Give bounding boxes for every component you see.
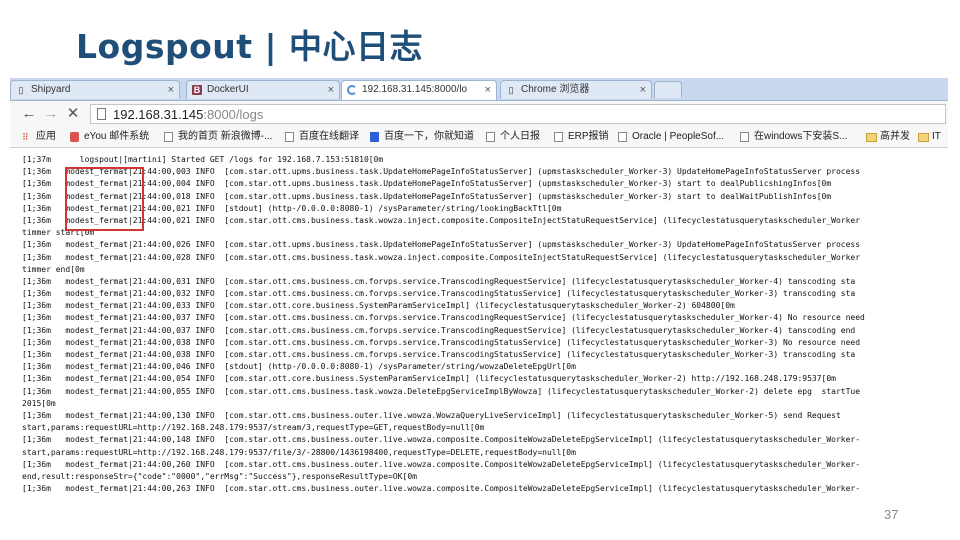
eyou-icon (70, 132, 79, 142)
page-icon: ▯ (508, 85, 514, 95)
log-line: end,result:responseStr={"code":"0000","e… (22, 471, 417, 481)
bookmark-label: 我的首页 新浪微博-... (178, 131, 273, 142)
log-line: [1;36m modest_fermat|21:44:00,037 INFO [… (22, 313, 865, 323)
url-host: 192.168.31.145 (113, 107, 204, 122)
bookmark-label: eYou 邮件系统 (84, 131, 150, 142)
log-line: [1;36m modest_fermat|21:44:00,028 INFO [… (22, 252, 861, 262)
browser-window: ▯ Shipyard × B DockerUI × 192.168.31.145… (10, 78, 948, 502)
apps-icon: ⠿ (22, 132, 29, 142)
new-tab-button[interactable] (654, 81, 682, 98)
bookmark-label: 百度一下，你就知道 (384, 131, 474, 142)
tab-bar: ▯ Shipyard × B DockerUI × 192.168.31.145… (10, 78, 948, 101)
bookmark-label: 个人日报 (500, 131, 540, 142)
tab-label: Shipyard (31, 84, 71, 95)
forward-arrow-icon[interactable]: → (42, 105, 60, 123)
log-line: [1;36m modest_fermat|21:44:00,032 INFO [… (22, 289, 856, 299)
log-line: [1;36m modest_fermat|21:44:00,055 INFO [… (22, 386, 861, 396)
url-path: :8000/logs (203, 107, 264, 122)
tab-close-icon[interactable]: × (640, 81, 646, 99)
log-output[interactable]: [1;37m logspout|[martini] Started GET /l… (10, 148, 948, 502)
log-line: [1;36m modest_fermat|21:44:00,054 INFO [… (22, 374, 836, 384)
tab-logs[interactable]: 192.168.31.145:8000/lo × (341, 80, 497, 100)
log-line: [1;36m modest_fermat|21:44:00,263 INFO [… (22, 484, 861, 494)
log-line: [1;36m modest_fermat|21:44:00,037 INFO [… (22, 325, 856, 335)
bookmark-erp[interactable]: ERP报销 (554, 130, 609, 144)
toolbar: ← → ✕ 192.168.31.145:8000/logs (10, 101, 948, 127)
bookmark-label: 应用 (36, 131, 56, 142)
bookmark-label: Oracle | PeopleSof... (632, 131, 725, 142)
bookmark-folder-it[interactable]: IT (918, 130, 941, 144)
page-icon (618, 132, 627, 142)
log-line: 2015[0m (22, 398, 56, 408)
page-icon (285, 132, 294, 142)
log-line: [1;36m modest_fermat|21:44:00,130 INFO [… (22, 410, 841, 420)
tab-chrome[interactable]: ▯ Chrome 浏览器 × (500, 80, 652, 99)
log-line: [1;36m modest_fermat|21:44:00,260 INFO [… (22, 459, 861, 469)
bookmark-apps[interactable]: ⠿ 应用 (22, 130, 56, 144)
log-line: timmer end[0m (22, 264, 85, 274)
tab-close-icon[interactable]: × (168, 81, 174, 99)
log-line: [1;36m modest_fermat|21:44:00,148 INFO [… (22, 435, 861, 445)
tab-shipyard[interactable]: ▯ Shipyard × (10, 80, 180, 99)
page-icon: ▯ (18, 85, 24, 95)
page-icon (97, 108, 106, 120)
log-line: [1;36m modest_fermat|21:44:00,031 INFO [… (22, 276, 856, 286)
page-icon (486, 132, 495, 142)
page-icon (164, 132, 173, 142)
log-line: start,params:requestURL=http://192.168.2… (22, 447, 576, 457)
bookmark-windows-install[interactable]: 在windows下安装S... (740, 130, 847, 144)
bookmark-weibo[interactable]: 我的首页 新浪微博-... (164, 130, 272, 144)
folder-icon (866, 133, 877, 142)
address-bar[interactable]: 192.168.31.145:8000/logs (90, 104, 946, 124)
tab-label: DockerUI (207, 84, 249, 95)
log-line: [1;36m modest_fermat|21:44:00,021 INFO [… (22, 203, 562, 213)
bookmark-oracle[interactable]: Oracle | PeopleSof... (618, 130, 724, 144)
bookmarks-bar: ⠿ 应用 eYou 邮件系统 我的首页 新浪微博-... 百度在线翻译 百度一下，… (10, 127, 948, 148)
tab-label: Chrome 浏览器 (521, 84, 590, 95)
bookmark-label: 高并发 (880, 131, 910, 142)
log-line: [1;36m modest_fermat|21:44:00,026 INFO [… (22, 240, 861, 250)
folder-icon (918, 133, 929, 142)
log-line: timmer start[0m (22, 228, 95, 238)
b-logo-icon: B (192, 85, 202, 95)
tab-label: 192.168.31.145:8000/lo (362, 84, 468, 95)
bookmark-folder-concurrency[interactable]: 高并发 (866, 130, 910, 144)
tab-dockerui[interactable]: B DockerUI × (186, 80, 340, 99)
baidu-icon (370, 132, 379, 142)
slide-title: Logspout | 中心日志 (76, 27, 424, 66)
tab-close-icon[interactable]: × (485, 81, 491, 99)
bookmark-eyou[interactable]: eYou 邮件系统 (70, 130, 149, 144)
bookmark-label: 百度在线翻译 (299, 131, 359, 142)
stop-icon[interactable]: ✕ (64, 105, 82, 123)
loading-spinner-icon (347, 85, 357, 95)
container-name-highlight-box (65, 167, 144, 231)
page-icon (554, 132, 563, 142)
log-line: [1;36m modest_fermat|21:44:00,004 INFO [… (22, 179, 832, 189)
bookmark-daily-report[interactable]: 个人日报 (486, 130, 540, 144)
url-text[interactable]: 192.168.31.145:8000/logs (113, 106, 263, 123)
back-arrow-icon[interactable]: ← (20, 105, 38, 123)
page-number: 37 (884, 507, 899, 522)
bookmark-baidu[interactable]: 百度一下，你就知道 (370, 130, 474, 144)
bookmark-label: 在windows下安装S... (754, 131, 848, 142)
log-line: [1;36m modest_fermat|21:44:00,033 INFO [… (22, 301, 735, 311)
log-line: [1;36m modest_fermat|21:44:00,038 INFO [… (22, 350, 856, 359)
log-line: [1;36m modest_fermat|21:44:00,018 INFO [… (22, 191, 832, 201)
log-line: start,params:requestURL=http://192.168.2… (22, 423, 485, 433)
bookmark-baidu-translate[interactable]: 百度在线翻译 (285, 130, 359, 144)
bookmark-label: ERP报销 (568, 131, 609, 142)
log-line: [1;37m logspout|[martini] Started GET /l… (22, 155, 384, 164)
bookmark-label: IT (932, 131, 941, 142)
log-line: [1;36m modest_fermat|21:44:00,046 INFO [… (22, 362, 576, 372)
tab-close-icon[interactable]: × (328, 81, 334, 99)
page-icon (740, 132, 749, 142)
log-line: [1;36m modest_fermat|21:44:00,003 INFO [… (22, 167, 861, 177)
log-line: [1;36m modest_fermat|21:44:00,038 INFO [… (22, 337, 861, 347)
log-line: [1;36m modest_fermat|21:44:00,021 INFO [… (22, 215, 861, 225)
